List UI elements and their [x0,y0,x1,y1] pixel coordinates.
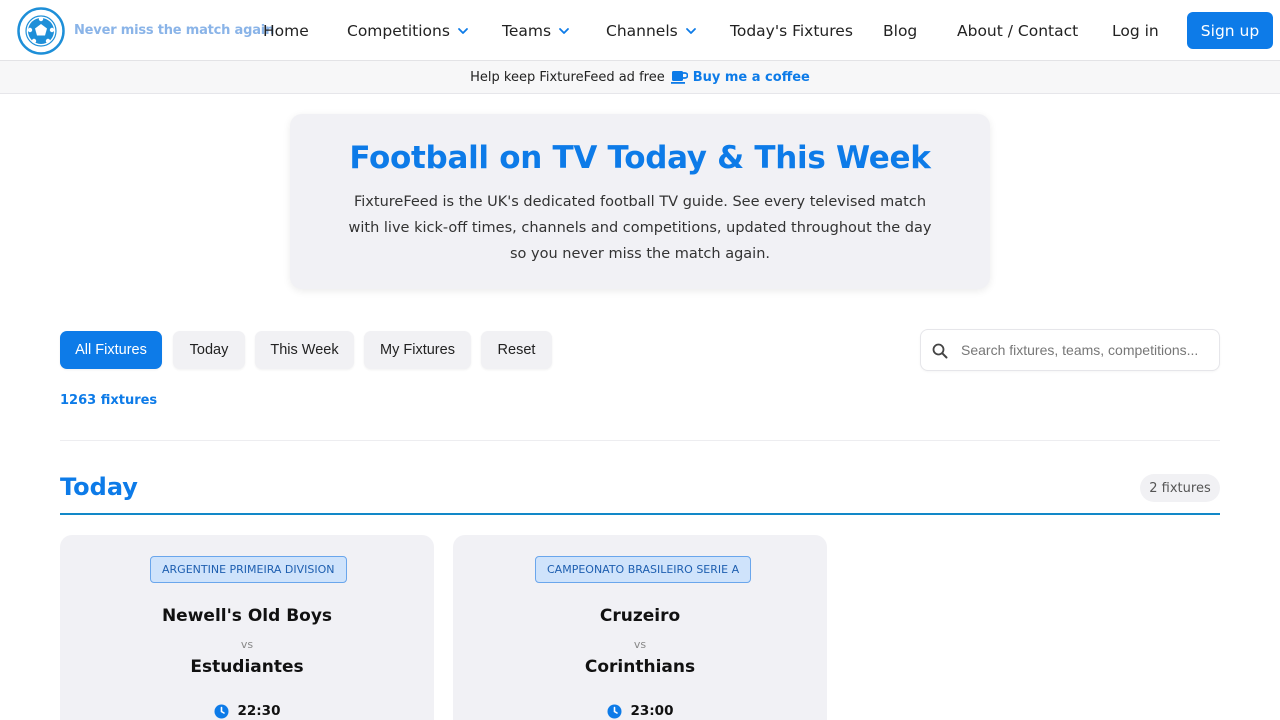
home-team: Cruzeiro [599,606,681,626]
nav-channels-label: Channels [606,21,678,40]
buy-me-a-coffee-label: Buy me a coffee [692,69,810,85]
signup-button[interactable]: Sign up [1187,12,1273,49]
nav-home-label: Home [263,21,309,40]
nav-about-contact-label: About / Contact [957,21,1079,40]
reset-filters-button[interactable]: Reset [481,331,552,369]
filter-my-fixtures-button[interactable]: My Fixtures [364,331,471,369]
top-navbar: Never miss the match again Home Competit… [0,0,1280,61]
nav-about-contact[interactable]: About / Contact [957,0,1078,61]
nav-teams-label: Teams [502,21,552,40]
kickoff-time: 22:30 [60,703,434,719]
filter-this-week-button[interactable]: This Week [255,331,354,369]
nav-blog-label: Blog [883,21,918,40]
section-underline [60,513,1220,515]
filter-all-fixtures-button[interactable]: All Fixtures [60,331,162,369]
nav-teams[interactable]: Teams [502,0,570,61]
clock-icon [214,704,228,718]
search-box [920,329,1220,371]
search-icon [932,343,948,359]
kickoff-time-value: 22:30 [237,703,281,719]
fixturefeed-logo[interactable] [17,7,65,55]
fixture-count: 1263 fixtures [60,393,158,408]
competition-badge[interactable]: ARGENTINE PRIMEIRA DIVISION [150,556,347,583]
site-tagline: Never miss the match again [74,23,275,38]
chevron-down-icon [458,27,468,34]
login-link[interactable]: Log in [1112,0,1159,61]
nav-competitions-label: Competitions [347,21,450,40]
nav-home[interactable]: Home [263,0,309,61]
nav-channels[interactable]: Channels [606,0,697,61]
nav-blog[interactable]: Blog [883,0,917,61]
search-input[interactable] [961,331,1216,369]
home-team: Newell's Old Boys [161,606,333,626]
hero-description: FixtureFeed is the UK's dedicated footba… [348,194,932,262]
buy-me-a-coffee-link[interactable]: Buy me a coffee [670,69,810,85]
filter-today-button[interactable]: Today [173,331,245,369]
nav-todays-fixtures[interactable]: Today's Fixtures [730,0,853,61]
login-label: Log in [1112,21,1159,40]
fixture-card[interactable]: CAMPEONATO BRASILEIRO SERIE A Cruzeiro v… [453,535,827,720]
chevron-down-icon [685,27,696,34]
nav-competitions[interactable]: Competitions [347,0,469,61]
competition-badge[interactable]: CAMPEONATO BRASILEIRO SERIE A [535,556,752,583]
versus-label: vs [633,638,647,651]
away-team: Corinthians [584,657,696,677]
page-title: Football on TV Today & This Week [349,140,931,176]
away-team: Estudiantes [190,657,304,677]
chevron-down-icon [559,27,569,34]
section-title-today: Today [60,473,138,501]
kickoff-time-value: 23:00 [630,703,674,719]
fixture-card[interactable]: ARGENTINE PRIMEIRA DIVISION Newell's Old… [60,535,434,720]
clock-icon [607,704,621,718]
coffee-icon [670,71,688,84]
divider [60,440,1220,441]
kickoff-time: 23:00 [453,703,827,719]
support-banner: Help keep FixtureFeed ad free Buy me a c… [0,61,1280,94]
support-text: Help keep FixtureFeed ad free [470,69,665,85]
versus-label: vs [240,638,254,651]
nav-todays-fixtures-label: Today's Fixtures [730,21,853,40]
hero-panel: Football on TV Today & This Week Fixture… [290,114,990,289]
section-fixture-count-badge: 2 fixtures [1140,474,1220,502]
